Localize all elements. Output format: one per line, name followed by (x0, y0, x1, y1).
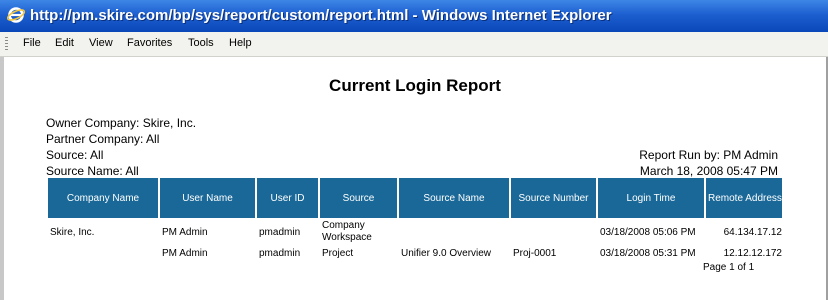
table-row: PM Admin pmadmin Project Unifier 9.0 Ove… (48, 244, 782, 260)
owner-company: Owner Company: Skire, Inc. (46, 116, 197, 130)
source-filter: Source: All (46, 148, 104, 162)
cell-user-name: PM Admin (162, 227, 208, 238)
report-run-date: March 18, 2008 05:47 PM (639, 164, 778, 178)
report-run-by: Report Run by: PM Admin (639, 148, 778, 162)
cell-login-time: 03/18/2008 05:06 PM (600, 227, 696, 238)
cell-company-name: Skire, Inc. (50, 227, 95, 238)
menu-file[interactable]: File (23, 37, 41, 49)
column-header-remote-address: Remote Address (706, 178, 782, 218)
column-header-source: Source (320, 178, 397, 218)
cell-source: Project (322, 248, 354, 259)
cell-user-id: pmadmin (259, 227, 301, 238)
cell-source-name: Unifier 9.0 Overview (401, 248, 492, 259)
window-title: http://pm.skire.com/bp/sys/report/custom… (30, 7, 612, 24)
cell-source-number (511, 218, 596, 244)
cell-company-name (48, 244, 158, 260)
menu-help[interactable]: Help (229, 37, 252, 49)
table-row: Skire, Inc. PM Admin pmadmin Company Wor… (48, 218, 782, 244)
cell-source-number: Proj-0001 (513, 248, 557, 259)
cell-user-name: PM Admin (162, 248, 208, 259)
menu-favorites[interactable]: Favorites (127, 37, 172, 49)
source-name-filter: Source Name: All (46, 164, 139, 178)
column-header-user-name: User Name (160, 178, 255, 218)
column-header-source-name: Source Name (399, 178, 509, 218)
cell-source: Company Workspace (322, 220, 372, 243)
cell-source-name (399, 218, 509, 244)
column-header-company-name: Company Name (48, 178, 158, 218)
cell-login-time: 03/18/2008 05:31 PM (600, 248, 696, 259)
column-header-source-number: Source Number (511, 178, 596, 218)
page-info: Page 1 of 1 (703, 262, 755, 273)
column-header-user-id: User ID (257, 178, 318, 218)
page-content: Current Login Report Owner Company: Skir… (4, 57, 826, 300)
login-report-table: Company Name User Name User ID Source So… (46, 178, 784, 260)
toolbar-grip[interactable] (5, 37, 8, 51)
menu-edit[interactable]: Edit (55, 37, 74, 49)
menu-view[interactable]: View (89, 37, 113, 49)
menu-tools[interactable]: Tools (188, 37, 214, 49)
window-titlebar: http://pm.skire.com/bp/sys/report/custom… (0, 0, 828, 32)
table-header-row: Company Name User Name User ID Source So… (48, 178, 782, 218)
cell-remote-address: 12.12.12.172 (723, 248, 782, 259)
menu-bar: File Edit View Favorites Tools Help (0, 32, 828, 57)
report-title: Current Login Report (329, 76, 501, 95)
column-header-login-time: Login Time (598, 178, 704, 218)
internet-explorer-icon (6, 7, 26, 23)
cell-user-id: pmadmin (259, 248, 301, 259)
cell-remote-address: 64.134.17.12 (723, 227, 782, 238)
partner-company: Partner Company: All (46, 132, 160, 146)
